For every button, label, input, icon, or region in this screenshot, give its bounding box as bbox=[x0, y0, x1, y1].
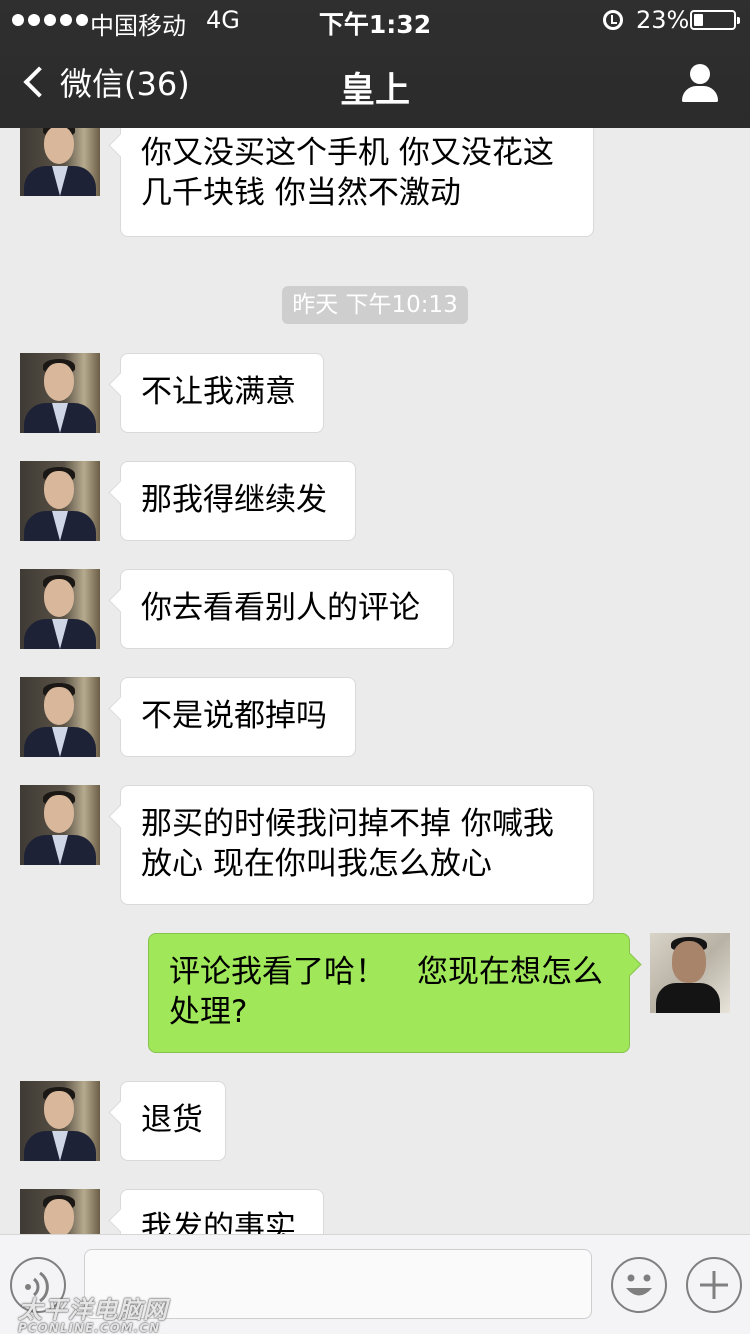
chat-area[interactable]: 你又没买这个手机 你又没花这几千块钱 你当然不激动 昨天 下午10:13 不让我… bbox=[0, 128, 750, 1234]
message-bubble-received[interactable]: 你又没买这个手机 你又没花这几千块钱 你当然不激动 bbox=[120, 128, 594, 237]
timestamp-pill: 昨天 下午10:13 bbox=[282, 286, 468, 324]
chat-title: 皇上 bbox=[339, 71, 410, 111]
message-bubble-received[interactable]: 退货 bbox=[120, 1081, 226, 1161]
battery-percent: 23% bbox=[636, 6, 690, 34]
plus-icon bbox=[700, 1271, 728, 1299]
person-icon-body bbox=[682, 86, 718, 102]
my-avatar[interactable] bbox=[650, 933, 730, 1013]
contact-avatar[interactable] bbox=[20, 353, 100, 433]
emoji-icon bbox=[626, 1274, 652, 1296]
message-bubble-received[interactable]: 我发的事实 bbox=[120, 1189, 324, 1234]
message-bubble-received[interactable]: 你去看看别人的评论 bbox=[120, 569, 454, 649]
status-bar: 中国移动 4G 下午1:32 23% bbox=[0, 0, 750, 40]
contact-avatar[interactable] bbox=[20, 1081, 100, 1161]
top-bar: 中国移动 4G 下午1:32 23% 微信(36) 皇上 bbox=[0, 0, 750, 128]
nav-bar: 微信(36) 皇上 bbox=[0, 40, 750, 128]
contact-avatar[interactable] bbox=[20, 1189, 100, 1234]
contact-avatar[interactable] bbox=[20, 785, 100, 865]
person-icon bbox=[690, 64, 710, 84]
watermark-sub: PCONLINE.COM.CN bbox=[18, 1321, 161, 1334]
emoji-button[interactable] bbox=[611, 1257, 667, 1313]
message-bubble-received[interactable]: 不让我满意 bbox=[120, 353, 324, 433]
watermark-logo: 太平洋电脑网 PCONLINE.COM.CN bbox=[18, 1290, 168, 1334]
message-bubble-received[interactable]: 不是说都掉吗 bbox=[120, 677, 356, 757]
profile-button[interactable] bbox=[680, 64, 720, 104]
contact-avatar[interactable] bbox=[20, 677, 100, 757]
contact-avatar[interactable] bbox=[20, 461, 100, 541]
contact-avatar[interactable] bbox=[20, 128, 100, 196]
alarm-icon bbox=[603, 10, 623, 30]
plus-button[interactable] bbox=[686, 1257, 742, 1313]
message-bubble-received[interactable]: 那我得继续发 bbox=[120, 461, 356, 541]
contact-avatar[interactable] bbox=[20, 569, 100, 649]
battery-icon bbox=[690, 10, 740, 30]
message-bubble-received[interactable]: 那买的时候我问掉不掉 你喊我放心 现在你叫我怎么放心 bbox=[120, 785, 594, 905]
message-bubble-sent[interactable]: 评论我看了哈！ 您现在想怎么处理? bbox=[148, 933, 630, 1053]
watermark-text: 太平洋电脑网 bbox=[18, 1296, 168, 1324]
